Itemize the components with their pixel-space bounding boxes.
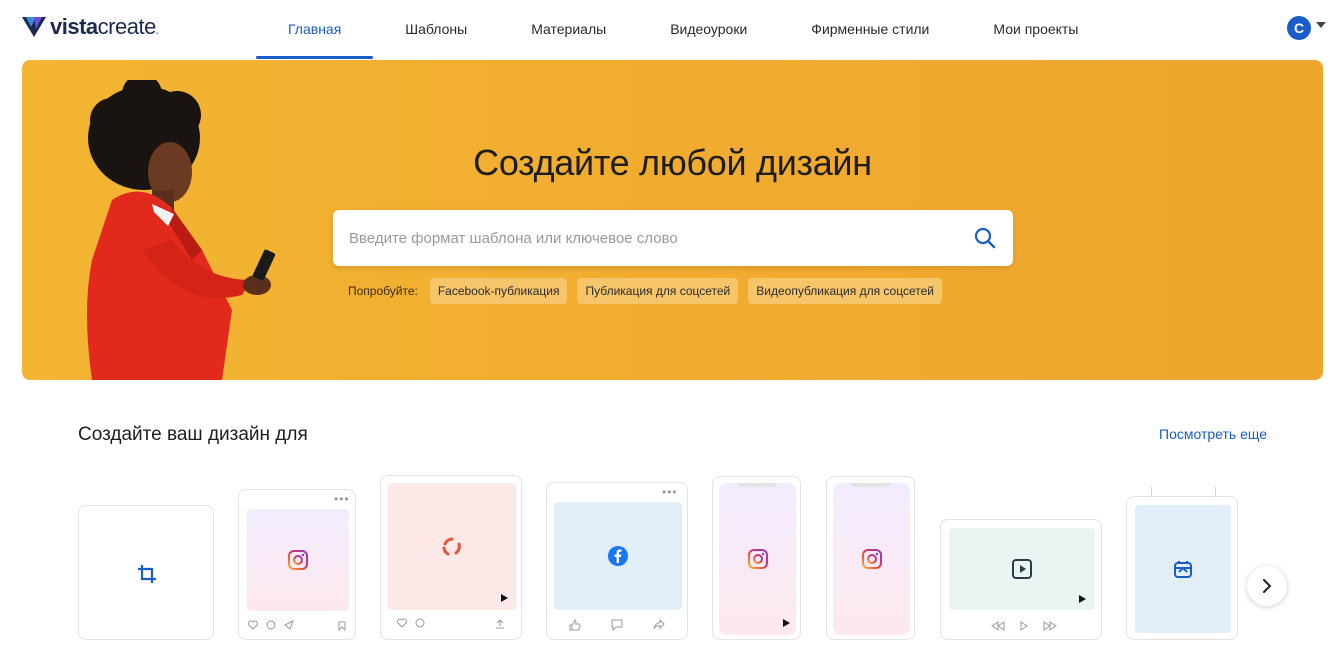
- suggestion-chip-social-video[interactable]: Видеопубликация для соцсетей: [748, 278, 942, 304]
- suggestion-label: Попробуйте:: [348, 284, 418, 298]
- carousel-next-button[interactable]: [1247, 566, 1287, 606]
- video-play-icon: [1012, 559, 1032, 579]
- search-icon: [974, 227, 996, 249]
- logo-text: vistacreate.: [50, 14, 159, 39]
- format-card-video-post[interactable]: [380, 475, 522, 640]
- share-icon: [653, 619, 665, 630]
- format-card-instagram-story[interactable]: [712, 476, 801, 640]
- heart-icon: [397, 618, 407, 628]
- play-icon: [501, 594, 508, 602]
- woman-with-phone-illustration: [87, 80, 276, 380]
- hero-title: Создайте любой дизайн: [473, 142, 872, 183]
- crop-icon: [138, 564, 156, 583]
- instagram-icon: [288, 550, 308, 570]
- instagram-icon: [861, 549, 882, 569]
- bookmark-icon: [338, 621, 346, 631]
- send-icon: [284, 620, 294, 630]
- nav-video-tutorials[interactable]: Видеоуроки: [638, 0, 779, 58]
- rewind-icon: [991, 621, 1005, 631]
- hero-banner: Создайте любой дизайн Попробуйте: Facebo…: [22, 60, 1323, 380]
- format-card-video[interactable]: [940, 519, 1102, 640]
- heart-icon: [248, 620, 258, 630]
- user-avatar[interactable]: C: [1287, 16, 1311, 40]
- top-header: vistacreate. Главная Шаблоны Материалы В…: [0, 0, 1339, 59]
- instagram-icon: [747, 549, 768, 569]
- fast-forward-icon: [1043, 621, 1057, 631]
- section-title: Создайте ваш дизайн для: [78, 424, 308, 445]
- suggestion-row: Попробуйте: Facebook-публикация Публикац…: [348, 278, 942, 304]
- facebook-icon: [608, 546, 628, 566]
- nav-home[interactable]: Главная: [256, 0, 374, 59]
- comment-icon: [611, 619, 623, 631]
- format-card-instagram-post[interactable]: •••: [238, 489, 356, 640]
- play-icon: [1079, 595, 1086, 603]
- play-icon: [783, 619, 790, 627]
- vistacreate-logo-icon: [22, 17, 46, 37]
- like-icon: [569, 619, 581, 631]
- comment-icon: [415, 618, 425, 628]
- format-card-instagram-video-story[interactable]: [826, 476, 915, 640]
- suggestion-chip-facebook-post[interactable]: Facebook-публикация: [429, 278, 568, 304]
- search-bar: [333, 210, 1013, 266]
- play-outline-icon: [1020, 621, 1028, 631]
- main-nav: Главная Шаблоны Материалы Видеоуроки Фир…: [256, 0, 1110, 59]
- nav-templates[interactable]: Шаблоны: [373, 0, 499, 58]
- vistacreate-logo[interactable]: vistacreate.: [22, 14, 159, 40]
- search-button[interactable]: [957, 210, 1013, 266]
- search-input[interactable]: [333, 210, 957, 266]
- chevron-down-icon[interactable]: [1316, 22, 1326, 28]
- more-dots-icon: •••: [334, 492, 350, 506]
- format-card-facebook-post[interactable]: •••: [546, 482, 688, 640]
- comment-icon: [266, 620, 276, 630]
- nav-my-projects[interactable]: Мои проекты: [961, 0, 1110, 58]
- nav-materials[interactable]: Материалы: [499, 0, 638, 58]
- suggestion-chip-social-post[interactable]: Публикация для соцсетей: [577, 278, 739, 304]
- more-dots-icon: •••: [662, 485, 678, 499]
- poster-icon: [1174, 561, 1192, 578]
- share-icon: [496, 619, 504, 629]
- nav-brand-kits[interactable]: Фирменные стили: [779, 0, 961, 58]
- see-more-link[interactable]: Посмотреть еще: [1159, 426, 1267, 442]
- format-card-poster[interactable]: [1126, 487, 1238, 640]
- reels-icon: [442, 537, 461, 555]
- format-card-custom-size[interactable]: [78, 505, 214, 640]
- chevron-right-icon: [1263, 579, 1272, 593]
